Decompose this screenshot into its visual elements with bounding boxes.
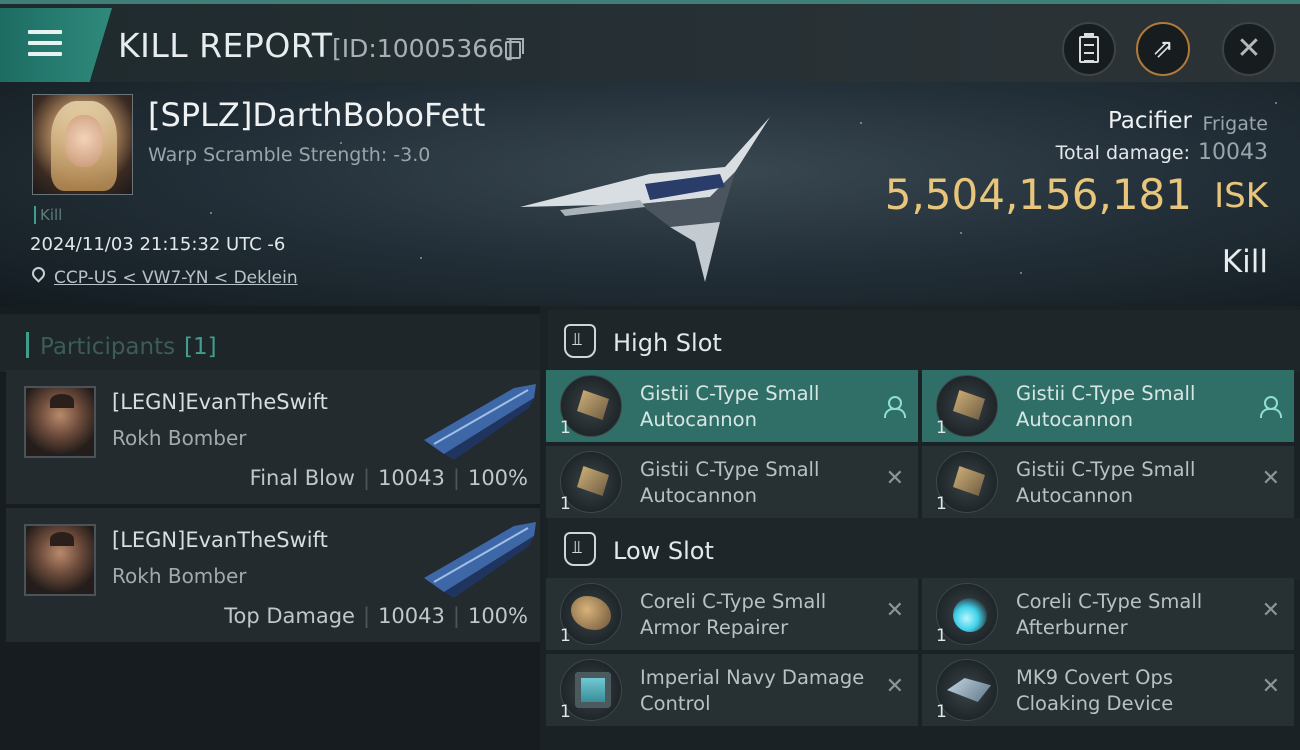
menu-button[interactable] (0, 8, 112, 82)
module-item[interactable]: 1 Coreli C-Type Small Armor Repairer ✕ (546, 578, 918, 650)
participant-stats: Top Damage | 10043 | 100% (224, 604, 528, 628)
kill-report-id: [ID:10005366] (332, 34, 514, 63)
module-item[interactable]: 1 Gistii C-Type Small Autocannon (546, 370, 918, 442)
participant-damage: 10043 (378, 604, 445, 628)
total-damage-value: 10043 (1198, 140, 1268, 165)
high-slot-label: High Slot (613, 329, 722, 357)
destroyed-icon: ✕ (1261, 674, 1280, 699)
kill-tag: Kill (34, 206, 62, 224)
participant-percent: 100% (467, 604, 528, 628)
clipboard-button[interactable] (1062, 22, 1116, 76)
module-quantity: 1 (936, 494, 947, 514)
participants-title: Participants (40, 334, 176, 360)
high-slot-header: High Slot (548, 310, 1300, 372)
high-slot-icon (564, 324, 596, 358)
module-quantity: 1 (560, 494, 571, 514)
module-quantity: 1 (560, 702, 571, 722)
module-item[interactable]: 1 Coreli C-Type Small Afterburner ✕ (922, 578, 1294, 650)
module-name: Gistii C-Type Small Autocannon (1016, 382, 1196, 431)
location-link[interactable]: CCP-US < VW7-YN < Deklein (54, 268, 298, 288)
participant-ship: Rokh Bomber (112, 426, 247, 450)
fitting-panel: High Slot 1 Gistii C-Type Small Autocann… (540, 306, 1300, 750)
participant-portrait[interactable] (24, 524, 96, 596)
destroyed-icon: ✕ (885, 466, 904, 491)
module-name: Coreli C-Type Small Armor Repairer (640, 590, 827, 639)
participant-damage: 10043 (378, 466, 445, 490)
destroyed-icon: ✕ (1261, 466, 1280, 491)
module-quantity: 1 (560, 418, 571, 438)
participant-stats: Final Blow | 10043 | 100% (249, 466, 528, 490)
victim-ship-image[interactable] (520, 112, 790, 282)
module-name: Gistii C-Type Small Autocannon (640, 382, 820, 431)
participants-header: Participants [1] (0, 314, 540, 372)
module-item[interactable]: 1 Gistii C-Type Small Autocannon ✕ (922, 446, 1294, 518)
participant-ship-image (424, 522, 536, 598)
module-item[interactable]: 1 MK9 Covert Ops Cloaking Device ✕ (922, 654, 1294, 726)
top-bar: KILL REPORT [ID:10005366] ⇗ ✕ (0, 0, 1300, 82)
destroyed-icon: ✕ (1261, 598, 1280, 623)
module-name: Coreli C-Type Small Afterburner (1016, 590, 1203, 639)
victim-ship-name: Pacifier (1107, 108, 1192, 134)
participant-role: Final Blow (249, 466, 355, 490)
low-slot-header: Low Slot (548, 518, 1300, 580)
module-quantity: 1 (936, 626, 947, 646)
share-button[interactable]: ⇗ (1136, 22, 1190, 76)
victim-portrait[interactable] (32, 94, 133, 195)
module-name: Gistii C-Type Small Autocannon (640, 458, 820, 507)
module-item[interactable]: 1 Gistii C-Type Small Autocannon (922, 370, 1294, 442)
participant-role: Top Damage (224, 604, 355, 628)
module-name: Gistii C-Type Small Autocannon (1016, 458, 1196, 507)
copy-icon[interactable] (505, 38, 524, 59)
participant-row[interactable]: [LEGN]EvanTheSwift Rokh Bomber Final Blo… (6, 370, 540, 504)
participants-panel: Participants [1] [LEGN]EvanTheSwift Rokh… (0, 306, 540, 750)
participants-count: [1] (184, 334, 217, 360)
hamburger-icon (28, 30, 62, 63)
destroyed-icon: ✕ (885, 598, 904, 623)
module-name: MK9 Covert Ops Cloaking Device (1016, 666, 1174, 715)
kill-result: Kill (1221, 244, 1268, 280)
participant-portrait[interactable] (24, 386, 96, 458)
participant-name[interactable]: [LEGN]EvanTheSwift (112, 390, 328, 414)
module-item[interactable]: 1 Gistii C-Type Small Autocannon ✕ (546, 446, 918, 518)
victim-ship-class: Frigate (1202, 113, 1268, 135)
module-item[interactable]: 1 Imperial Navy Damage Control ✕ (546, 654, 918, 726)
module-quantity: 1 (936, 418, 947, 438)
module-name: Imperial Navy Damage Control (640, 666, 865, 715)
kill-timestamp: 2024/11/03 21:15:32 UTC -6 (30, 234, 286, 255)
low-slot-label: Low Slot (613, 537, 714, 565)
participant-ship-image (424, 384, 536, 460)
isk-value: 5,504,156,181 (884, 170, 1192, 219)
page-title: KILL REPORT (118, 26, 333, 65)
close-icon: ✕ (1236, 31, 1262, 66)
person-icon (884, 396, 906, 418)
share-icon: ⇗ (1152, 34, 1174, 64)
destroyed-icon: ✕ (885, 674, 904, 699)
person-icon (1260, 396, 1282, 418)
close-button[interactable]: ✕ (1222, 22, 1276, 76)
participant-name[interactable]: [LEGN]EvanTheSwift (112, 528, 328, 552)
module-quantity: 1 (560, 626, 571, 646)
participant-row[interactable]: [LEGN]EvanTheSwift Rokh Bomber Top Damag… (6, 508, 540, 642)
isk-label: ISK (1214, 176, 1268, 216)
participant-percent: 100% (467, 466, 528, 490)
low-slot-icon (564, 532, 596, 566)
module-quantity: 1 (936, 702, 947, 722)
total-damage-label: Total damage: (1055, 142, 1190, 164)
warp-scramble-strength: Warp Scramble Strength: -3.0 (148, 144, 431, 166)
victim-name[interactable]: [SPLZ]DarthBoboFett (148, 96, 485, 134)
participant-ship: Rokh Bomber (112, 564, 247, 588)
clipboard-icon (1079, 32, 1099, 63)
victim-panel: [SPLZ]DarthBoboFett Warp Scramble Streng… (0, 82, 1300, 306)
location-pin-icon (29, 264, 48, 283)
